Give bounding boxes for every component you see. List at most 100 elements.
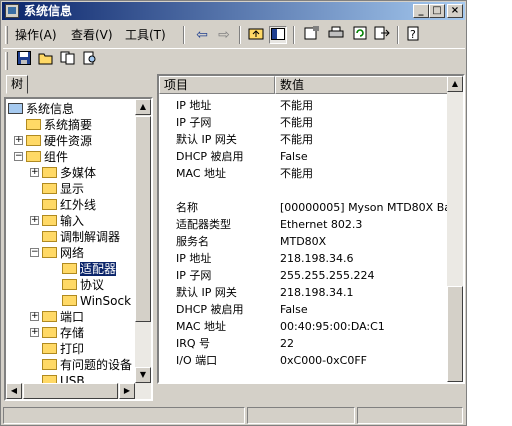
help-icon[interactable]: ?: [405, 26, 423, 44]
open-icon[interactable]: [37, 51, 55, 69]
tree-item[interactable]: 打印: [42, 341, 84, 357]
tree-hscroll-thumb[interactable]: [23, 383, 118, 399]
status-panel-3: [357, 407, 463, 424]
details-scroll-up-button[interactable]: ▲: [447, 76, 463, 92]
collapse-icon[interactable]: −: [14, 152, 23, 161]
collapse-icon[interactable]: −: [30, 248, 39, 257]
table-row[interactable]: IP 地址 218.198.34.6: [159, 250, 449, 267]
tree-item-label: 协议: [80, 278, 105, 292]
folder-icon: [42, 247, 57, 258]
tree-item[interactable]: 输入: [42, 213, 84, 229]
tree-item[interactable]: 网络: [42, 245, 84, 261]
details-vertical-scrollbar[interactable]: ▲: [447, 76, 463, 382]
tree-item[interactable]: 调制解调器: [42, 229, 120, 245]
copy-icon[interactable]: [59, 51, 77, 69]
tree-scroll-right-button[interactable]: ▶: [119, 383, 135, 399]
expand-icon[interactable]: +: [30, 312, 39, 321]
table-row[interactable]: 默认 IP 网关 不能用: [159, 131, 449, 148]
tree-item[interactable]: 多媒体: [42, 165, 96, 181]
system-info-app-icon[interactable]: [5, 4, 19, 18]
tree-item[interactable]: 协议: [62, 277, 104, 293]
tree-item[interactable]: 组件: [26, 149, 68, 165]
table-row[interactable]: I/O 端口 0xC000-0xC0FF: [159, 352, 449, 369]
tree-vertical-scrollbar[interactable]: ▲ ▼: [135, 99, 151, 383]
row-value: 22: [280, 337, 294, 350]
table-row[interactable]: DHCP 被启用 False: [159, 148, 449, 165]
table-row[interactable]: 适配器类型 Ethernet 802.3: [159, 216, 449, 233]
menu-action[interactable]: 操作(A): [15, 27, 57, 43]
close-button[interactable]: ×: [447, 4, 463, 18]
tree-item-label: WinSock: [80, 294, 132, 308]
expand-icon[interactable]: +: [30, 216, 39, 225]
tree-item[interactable]: 存储: [42, 325, 84, 341]
tree-scroll-thumb[interactable]: [135, 116, 151, 322]
row-value: 不能用: [280, 116, 313, 129]
tree-item[interactable]: 红外线: [42, 197, 96, 213]
toolbar-grip[interactable]: [5, 52, 8, 70]
find-icon[interactable]: [81, 51, 99, 69]
tree-item[interactable]: 系统信息: [8, 101, 74, 117]
table-row[interactable]: MAC 地址 不能用: [159, 165, 449, 182]
details-scroll-thumb[interactable]: [447, 286, 463, 382]
details-pane[interactable]: 项目 数值 IP 地址 不能用 IP 子网 不能用 默认 IP 网关 不能用 DHCP 被启…: [157, 74, 465, 384]
table-row[interactable]: IRQ 号 22: [159, 335, 449, 352]
save-icon[interactable]: [15, 51, 33, 69]
forward-arrow-icon[interactable]: ⇨: [215, 26, 233, 44]
tab-tree[interactable]: 树: [6, 75, 28, 94]
folder-icon: [62, 295, 77, 306]
properties-icon[interactable]: [303, 26, 321, 44]
tree-item-label: 端口: [60, 310, 85, 324]
table-row[interactable]: MAC 地址 00:40:95:00:DA:C1: [159, 318, 449, 335]
minimize-button[interactable]: _: [413, 4, 429, 18]
tree-pane[interactable]: 系统信息 系统摘要 + 硬件资源 − 组件 + 多媒体 显示 红外线 + 输入 调制解调器 − 网络 适配器协…: [4, 97, 153, 401]
toolbar-separator: [183, 26, 185, 44]
row-value: 不能用: [280, 99, 313, 112]
table-row[interactable]: 默认 IP 网关 218.198.34.1: [159, 284, 449, 301]
table-row[interactable]: 服务名 MTD80X: [159, 233, 449, 250]
tree-item[interactable]: 有问题的设备: [42, 357, 132, 373]
tree-item-label: 有问题的设备: [60, 358, 133, 372]
expand-icon[interactable]: +: [30, 328, 39, 337]
tree-item[interactable]: WinSock: [62, 293, 131, 309]
tree-item[interactable]: 显示: [42, 181, 84, 197]
show-hide-tree-icon[interactable]: [269, 26, 287, 44]
tree-item-label: 存储: [60, 326, 85, 340]
toolbar-grip[interactable]: [5, 26, 8, 44]
tree-horizontal-scrollbar[interactable]: ◀ ▶: [6, 383, 151, 399]
expand-icon[interactable]: +: [14, 136, 23, 145]
menu-view[interactable]: 查看(V): [71, 27, 113, 43]
table-row[interactable]: IP 地址 不能用: [159, 97, 449, 114]
table-row[interactable]: IP 子网 255.255.255.224: [159, 267, 449, 284]
tree-item[interactable]: 端口: [42, 309, 84, 325]
column-header-value[interactable]: 数值: [275, 76, 449, 94]
row-value: 不能用: [280, 133, 313, 146]
table-row[interactable]: [159, 182, 449, 199]
column-header-item[interactable]: 项目: [159, 76, 275, 94]
tree-scroll-up-button[interactable]: ▲: [135, 99, 151, 115]
title-bar[interactable]: 系统信息 _ □ ×: [2, 2, 465, 20]
tree-item[interactable]: 适配器: [62, 261, 117, 277]
row-item: 名称: [176, 201, 198, 214]
maximize-button[interactable]: □: [429, 4, 445, 18]
expand-icon[interactable]: +: [30, 168, 39, 177]
back-arrow-icon[interactable]: ⇦: [193, 26, 211, 44]
tree-item[interactable]: 系统摘要: [26, 117, 92, 133]
folder-icon: [26, 135, 41, 146]
tree-scroll-down-button[interactable]: ▼: [135, 367, 151, 383]
status-panel-2: [247, 407, 355, 424]
table-row[interactable]: IP 子网 不能用: [159, 114, 449, 131]
row-item: MAC 地址: [176, 167, 226, 180]
menu-toolbar: 操作(A) 查看(V) 工具(T) ⇦ ⇨ ?: [3, 23, 465, 47]
export-icon[interactable]: [373, 26, 391, 44]
table-row[interactable]: DHCP 被启用 False: [159, 301, 449, 318]
print-icon[interactable]: [327, 26, 345, 44]
tree-item-label: 多媒体: [60, 166, 97, 180]
menu-tools[interactable]: 工具(T): [125, 27, 166, 43]
row-item: I/O 端口: [176, 354, 218, 367]
table-row[interactable]: 名称 [00000005] Myson MTD80X Based: [159, 199, 463, 216]
row-value: 不能用: [280, 167, 313, 180]
tree-scroll-left-button[interactable]: ◀: [6, 383, 22, 399]
up-folder-icon[interactable]: [247, 26, 265, 44]
refresh-icon[interactable]: [351, 26, 369, 44]
tree-item[interactable]: 硬件资源: [26, 133, 92, 149]
